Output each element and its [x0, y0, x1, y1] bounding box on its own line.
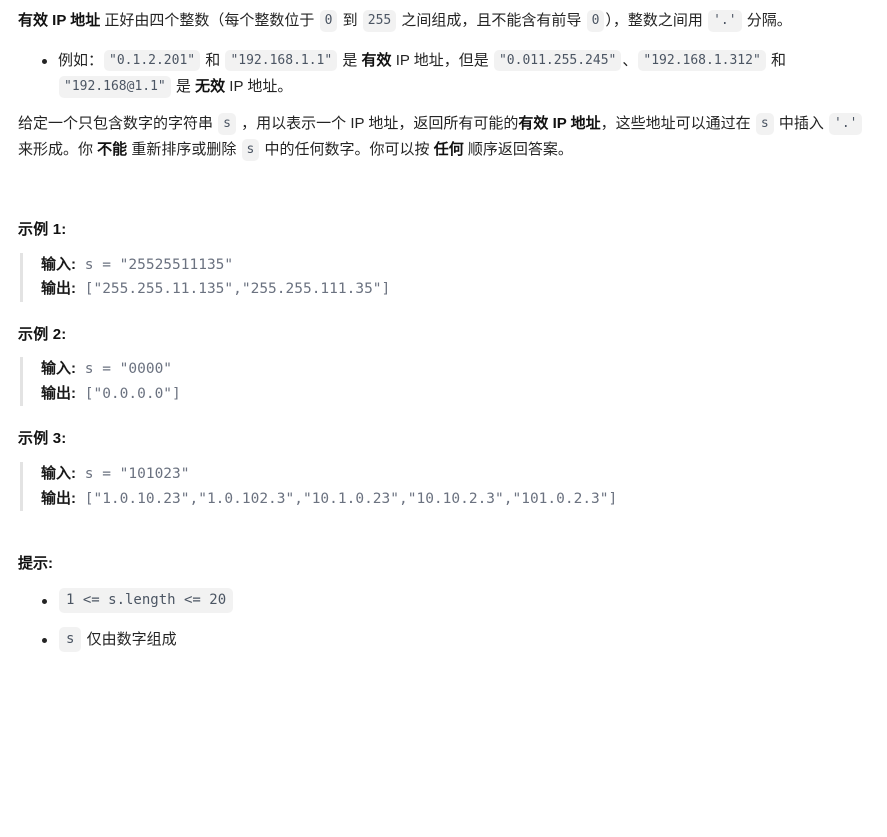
example-3-output-line: 输出: ["1.0.10.23","1.0.102.3","10.1.0.23"… [41, 487, 871, 511]
section-spacer-4 [18, 511, 871, 551]
intro-text-3: 之间组成，且不能含有前导 [397, 12, 586, 29]
code-chip-255: 255 [362, 10, 397, 32]
conj-1: 和 [201, 51, 225, 69]
example-3-heading: 示例 3: [18, 430, 67, 448]
code-chip-s-1: s [218, 113, 236, 135]
example-2-heading: 示例 2: [18, 325, 67, 343]
code-chip-invalid-ip-1: "0.011.255.245" [493, 49, 622, 72]
intro-text-1: 正好由四个整数（每个整数位于 [100, 12, 319, 29]
output-label: 输出: [41, 489, 76, 507]
input-value: s = "101023" [76, 466, 190, 483]
list-item: s 仅由数字组成 [40, 626, 871, 653]
example-2-output-line: 输出: ["0.0.0.0"] [41, 382, 871, 406]
task-text-4: 中插入 [774, 115, 828, 133]
code-chip-s-2: s [755, 113, 774, 135]
hint-text-2: 仅由数字组成 [82, 630, 177, 648]
bold-valid-ip-address: 有效 IP 地址 [518, 115, 601, 133]
input-value: s = "25525511135" [76, 256, 234, 273]
task-text-2: ，用以表示一个 IP 地址，返回所有可能的 [237, 115, 519, 133]
task-text-3: ，这些地址可以通过在 [600, 115, 755, 133]
task-text-7: 中的任何数字。你可以按 [260, 140, 434, 158]
intro-text-2: 到 [338, 12, 362, 29]
hints-list: 1 <= s.length <= 20 s 仅由数字组成 [18, 587, 871, 653]
term-valid-ip: 有效 IP 地址 [18, 12, 101, 29]
code-chip-valid-ip-1: "0.1.2.201" [104, 49, 201, 72]
code-chip-dot: '.' [708, 10, 742, 32]
input-label: 输入: [41, 255, 76, 273]
code-chip-valid-ip-2: "192.168.1.1" [225, 49, 338, 72]
example-1-heading: 示例 1: [18, 220, 67, 238]
section-spacer-3 [18, 406, 871, 426]
bold-cannot: 不能 [97, 140, 128, 158]
bold-any: 任何 [433, 140, 464, 158]
output-value: ["1.0.10.23","1.0.102.3","10.1.0.23","10… [76, 490, 618, 507]
input-label: 输入: [41, 465, 76, 483]
example-2-input-line: 输入: s = "0000" [41, 357, 871, 381]
mid-text-2: IP 地址，但是 [391, 51, 493, 69]
task-text-5: 来形成。你 [18, 140, 98, 158]
code-chip-length-constraint: 1 <= s.length <= 20 [59, 587, 234, 613]
intro-text-4: ），整数之间用 [605, 12, 708, 29]
task-text-8: 顺序返回答案。 [463, 140, 573, 158]
output-label: 输出: [41, 280, 76, 298]
output-label: 输出: [41, 384, 76, 402]
example-2-block: 输入: s = "0000" 输出: ["0.0.0.0"] [20, 357, 871, 407]
section-spacer-2 [18, 302, 871, 322]
input-value: s = "0000" [76, 361, 173, 378]
mid-text-1: 是 [338, 51, 362, 69]
problem-description-page: 有效 IP 地址 正好由四个整数（每个整数位于 0 到 255 之间组成，且不能… [0, 0, 887, 653]
code-chip-s: s [59, 626, 82, 652]
list-item: 例如： "0.1.2.201" 和 "192.168.1.1" 是 有效 IP 地… [40, 48, 871, 101]
code-chip-invalid-ip-3: "192.168@1.1" [59, 76, 171, 99]
task-paragraph: 给定一个只包含数字的字符串 s ，用以表示一个 IP 地址，返回所有可能的有效 … [18, 111, 871, 163]
example-lead: 例如： [58, 51, 104, 69]
code-chip-zero-2: 0 [586, 10, 605, 32]
code-chip-dot-2: '.' [829, 113, 863, 135]
mid-text-3: 是 [171, 78, 196, 96]
task-text-6: 重新排序或删除 [127, 140, 241, 158]
intro-paragraph: 有效 IP 地址 正好由四个整数（每个整数位于 0 到 255 之间组成，且不能… [18, 8, 871, 34]
bold-invalid: 无效 [195, 78, 226, 96]
hints-heading: 提示: [18, 555, 53, 573]
example-1-block: 输入: s = "25525511135" 输出: ["255.255.11.1… [20, 252, 871, 302]
output-value: ["255.255.11.135","255.255.111.35"] [76, 281, 391, 298]
intro-text-5: 分隔。 [742, 12, 792, 29]
list-item: 1 <= s.length <= 20 [40, 587, 871, 614]
section-spacer-1 [18, 177, 871, 217]
example-1-input-line: 输入: s = "25525511135" [41, 253, 871, 277]
code-chip-s-3: s [241, 138, 260, 161]
conj-2: 和 [766, 51, 786, 69]
example-1-output-line: 输出: ["255.255.11.135","255.255.111.35"] [41, 277, 871, 301]
code-chip-zero: 0 [319, 10, 338, 32]
task-text-1: 给定一个只包含数字的字符串 [18, 115, 218, 133]
example-bullet-list: 例如： "0.1.2.201" 和 "192.168.1.1" 是 有效 IP 地… [18, 48, 871, 101]
example-tail: IP 地址。 [225, 78, 293, 96]
code-chip-invalid-ip-2: "192.168.1.312" [638, 49, 766, 72]
output-value: ["0.0.0.0"] [76, 385, 181, 402]
bold-valid: 有效 [361, 51, 392, 69]
example-3-input-line: 输入: s = "101023" [41, 462, 871, 486]
separator-1: 、 [622, 51, 638, 69]
input-label: 输入: [41, 360, 76, 378]
example-3-block: 输入: s = "101023" 输出: ["1.0.10.23","1.0.1… [20, 462, 871, 512]
